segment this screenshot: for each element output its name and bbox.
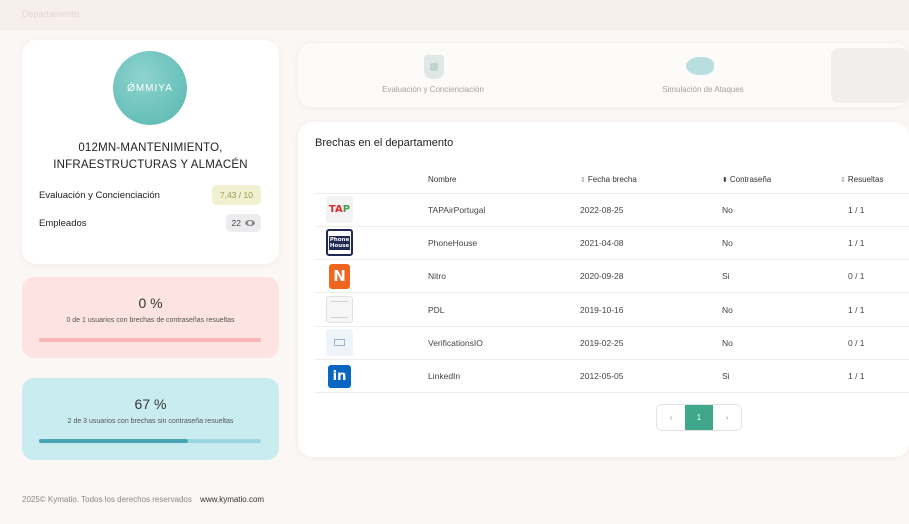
tab-evaluation-label: Evaluación y Concienciación (382, 85, 484, 94)
linkedin-logo-icon: in (326, 362, 353, 390)
shield-lock-icon (424, 55, 444, 79)
logo-column-header (315, 166, 428, 194)
kymatio-link[interactable]: www.kymatio.com (200, 495, 264, 504)
no-password-breach-percent: 67 % (134, 396, 167, 412)
breach-name: PDL (428, 292, 580, 327)
breach-password: Si (722, 359, 840, 394)
top-bar: Departamento (0, 0, 909, 30)
breach-name: Nitro (428, 259, 580, 294)
evaluation-row: Evaluación y Concienciación 7,43 / 10 (39, 185, 261, 205)
breach-resolved: 0 / 1 (840, 326, 909, 360)
breach-date: 2020-09-28 (580, 259, 722, 294)
table-row[interactable]: in LinkedIn 2012-05-05 Si 1 / 1 (315, 359, 909, 394)
no-password-breach-desc: 2 de 3 usuarios con brechas sin contrase… (67, 418, 234, 425)
pagination: ‹ 1 › (656, 404, 742, 431)
tab-attack-simulation-label: Simulación de Ataques (662, 85, 744, 94)
phonehouse-logo-icon: Phone House (326, 229, 353, 257)
employees-label: Empleados (39, 217, 87, 229)
eye-icon (245, 220, 255, 226)
table-row[interactable]: PDL 2019-10-16 No 1 / 1 (315, 292, 909, 327)
name-header-label: Nombre (428, 174, 457, 184)
sort-icon: ⇕ (580, 176, 586, 184)
password-breach-desc: 0 de 1 usuarios con brechas de contraseñ… (66, 317, 235, 324)
module-tabs: Evaluación y Concienciación Simulación d… (298, 43, 909, 107)
breach-resolved: 1 / 1 (840, 359, 909, 394)
breaches-table: Nombre ⇕ Fecha brecha ⬍ Contraseña ⇕ Resuel… (315, 166, 909, 394)
breaches-title: Brechas en el departamento (315, 137, 454, 149)
breach-password: No (722, 292, 840, 327)
breach-name: PhoneHouse (428, 226, 580, 261)
company-logo: ǾMMIYA (113, 51, 187, 125)
password-column-header[interactable]: ⬍ Contraseña (722, 166, 840, 194)
fish-icon (686, 57, 714, 75)
breach-password: No (722, 326, 840, 360)
page-1-button[interactable]: 1 (685, 405, 713, 430)
password-breach-progress (39, 338, 261, 342)
breach-password: Si (722, 259, 840, 294)
tap-logo-icon: TA P (326, 196, 353, 224)
pdl-logo-icon (326, 296, 353, 324)
sort-icon: ⇕ (840, 176, 846, 184)
next-page-button[interactable]: › (713, 405, 741, 430)
tab-overflow[interactable] (831, 48, 909, 103)
prev-page-button[interactable]: ‹ (657, 405, 685, 430)
date-header-label: Fecha brecha (587, 174, 637, 184)
breaches-card: Brechas en el departamento Nombre ⇕ Fecha… (298, 122, 909, 457)
breach-resolved: 1 / 1 (840, 193, 909, 227)
tab-evaluation[interactable]: Evaluación y Concienciación (298, 43, 568, 107)
employees-row: Empleados 22 (39, 213, 261, 233)
employees-count: 22 (231, 218, 241, 228)
employees-count-button[interactable]: 22 (225, 214, 261, 232)
breach-date: 2012-05-05 (580, 359, 722, 394)
table-header-row: Nombre ⇕ Fecha brecha ⬍ Contraseña ⇕ Resuel… (315, 166, 909, 194)
verificationsio-logo-icon (326, 329, 353, 357)
breach-resolved: 1 / 1 (840, 292, 909, 327)
department-title: 012MN-MANTENIMIENTO, INFRAESTRUCTURAS Y … (53, 142, 248, 171)
breach-password: No (722, 226, 840, 261)
evaluation-label: Evaluación y Concienciación (39, 189, 160, 201)
breach-date: 2022-08-25 (580, 193, 722, 227)
password-breach-stat-card: 0 % 0 de 1 usuarios con brechas de contr… (22, 277, 279, 358)
breach-name: TAPAirPortugal (428, 193, 580, 227)
date-column-header[interactable]: ⇕ Fecha brecha (580, 166, 722, 194)
resolved-header-label: Resueltas (847, 174, 884, 184)
name-column-header[interactable]: Nombre (428, 166, 580, 194)
department-profile-card: ǾMMIYA 012MN-MANTENIMIENTO, INFRAESTRUCT… (22, 40, 279, 264)
table-row[interactable]: N Nitro 2020-09-28 Si 0 / 1 (315, 259, 909, 294)
table-row[interactable]: VerificationsIO 2019-02-25 No 0 / 1 (315, 326, 909, 360)
breach-resolved: 1 / 1 (840, 226, 909, 261)
breach-date: 2019-02-25 (580, 326, 722, 360)
breach-name: VerificationsIO (428, 326, 580, 360)
breach-name: LinkedIn (428, 359, 580, 394)
password-header-label: Contraseña (729, 174, 772, 184)
copyright: 2025© Kymatio. Todos los derechos reserv… (22, 495, 192, 504)
breach-date: 2019-10-16 (580, 292, 722, 327)
evaluation-score-badge: 7,43 / 10 (211, 185, 261, 205)
sort-desc-icon: ⬍ (722, 176, 728, 184)
breach-resolved: 0 / 1 (840, 259, 909, 294)
resolved-column-header[interactable]: ⇕ Resueltas (840, 166, 909, 194)
password-breach-percent: 0 % (138, 295, 163, 311)
footer: 2025© Kymatio. Todos los derechos reserv… (22, 495, 264, 504)
no-password-breach-progress (39, 439, 261, 443)
table-row[interactable]: Phone House PhoneHouse 2021-04-08 No 1 / … (315, 226, 909, 261)
no-password-breach-stat-card: 67 % 2 de 3 usuarios con brechas sin con… (22, 378, 279, 460)
breach-date: 2021-04-08 (580, 226, 722, 261)
table-row[interactable]: TA P TAPAirPortugal 2022-08-25 No 1 / 1 (315, 193, 909, 227)
tab-attack-simulation[interactable]: Simulación de Ataques (568, 43, 838, 107)
breach-password: No (722, 193, 840, 227)
progress-fill (39, 439, 188, 443)
breadcrumb: Departamento (22, 9, 80, 19)
nitro-logo-icon: N (326, 262, 353, 290)
